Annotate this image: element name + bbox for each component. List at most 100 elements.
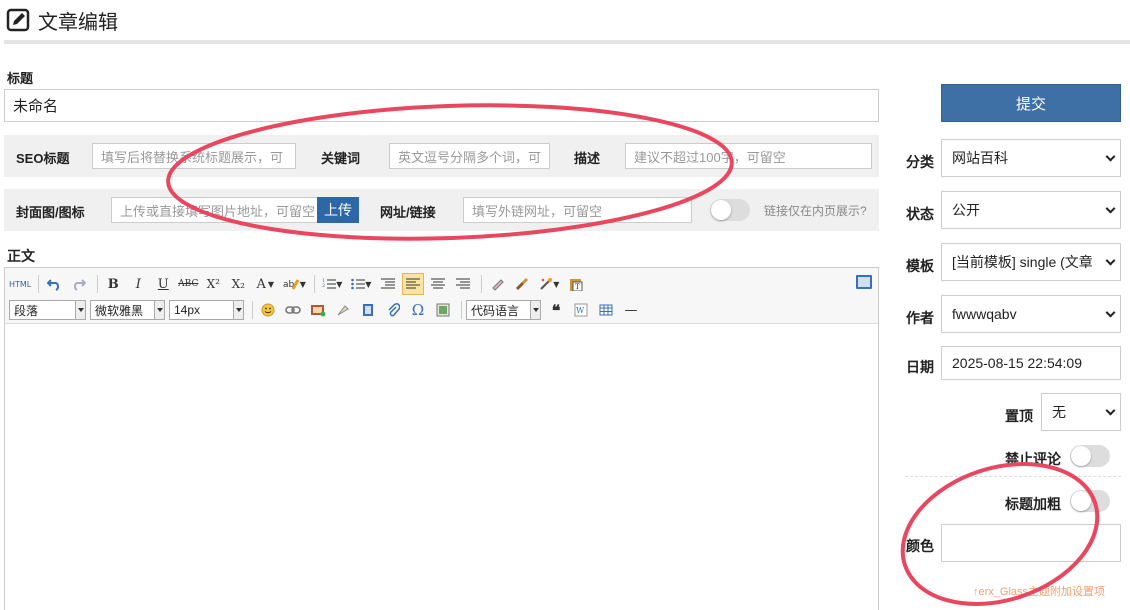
font-family-select-value: 微软雅黑 — [95, 303, 144, 318]
svg-text:T: T — [575, 283, 580, 291]
link-input[interactable]: 填写外链网址，可留空 — [463, 197, 692, 223]
editor-content-area[interactable] — [5, 324, 878, 610]
insert-frame-icon[interactable] — [432, 299, 454, 321]
undo-icon[interactable] — [43, 273, 65, 295]
link-inner-toggle[interactable] — [710, 199, 750, 221]
italic-button[interactable]: I — [127, 273, 149, 295]
paste-text-icon[interactable]: T — [565, 273, 587, 295]
subscript-button[interactable]: X₂ — [227, 273, 249, 295]
template-select[interactable]: [当前模板] single (文章 — [941, 243, 1121, 281]
divider — [905, 476, 1121, 477]
image-icon[interactable] — [307, 299, 329, 321]
ordered-list-icon[interactable]: 12 ▼ — [319, 273, 345, 295]
special-char-icon[interactable]: Ω — [407, 299, 429, 321]
font-size-select[interactable]: 14px — [169, 300, 244, 320]
link-toggle-text: 链接仅在内页展示? — [764, 204, 867, 218]
bold-title-toggle[interactable] — [1070, 490, 1110, 512]
html-source-button[interactable]: HTML — [9, 273, 31, 295]
disable-comment-toggle[interactable] — [1070, 445, 1110, 467]
superscript-button[interactable]: X² — [202, 273, 224, 295]
chevron-down-icon — [1105, 307, 1116, 318]
align-center-icon[interactable] — [427, 273, 449, 295]
align-right-icon[interactable] — [452, 273, 474, 295]
attachment-icon[interactable] — [382, 299, 404, 321]
date-label: 日期 — [906, 359, 934, 375]
line-height-icon[interactable] — [377, 273, 399, 295]
eraser-icon[interactable] — [486, 273, 508, 295]
toolbar-separator — [97, 275, 99, 293]
seo-title-input[interactable]: 填写后将替换系统标题展示，可 — [92, 143, 296, 169]
date-input[interactable]: 2025-08-15 22:54:09 — [941, 346, 1121, 380]
sticky-select[interactable]: 无 — [1041, 393, 1121, 431]
font-color-button[interactable]: A ▼ — [252, 273, 278, 295]
blockquote-icon[interactable]: ❝ — [545, 299, 567, 321]
code-language-select[interactable]: 代码语言 — [466, 300, 541, 320]
fullscreen-icon[interactable] — [856, 275, 872, 289]
toolbar-separator — [252, 301, 253, 319]
table-icon[interactable] — [595, 299, 617, 321]
toolbar-separator — [461, 301, 462, 319]
chevron-down-icon — [1105, 255, 1116, 266]
paragraph-select-value: 段落 — [14, 303, 39, 318]
upload-button[interactable]: 上传 — [317, 197, 359, 223]
unordered-list-icon[interactable]: ▼ — [348, 273, 374, 295]
strikethrough-button[interactable]: ABC — [177, 273, 199, 295]
category-select-value: 网站百科 — [952, 150, 1008, 166]
author-select[interactable]: fwwwqabv — [941, 295, 1121, 333]
bold-button[interactable]: B — [102, 273, 124, 295]
align-left-icon[interactable] — [402, 273, 425, 295]
format-painter-icon[interactable] — [511, 273, 533, 295]
scrawl-icon[interactable] — [332, 299, 354, 321]
bold-title-label: 标题加粗 — [1005, 496, 1061, 512]
title-input[interactable]: 未命名 — [4, 89, 879, 122]
emoji-icon[interactable] — [257, 299, 279, 321]
category-select[interactable]: 网站百科 — [941, 139, 1121, 177]
dropdown-arrow-icon: ▼ — [267, 279, 275, 289]
template-select-value: [当前模板] single (文章 — [952, 254, 1093, 270]
sticky-label: 置顶 — [1005, 408, 1033, 424]
page-title: 文章编辑 — [38, 11, 118, 34]
theme-note: ↑erx_Glass主题附加设置项 — [973, 586, 1106, 598]
submit-button[interactable]: 提交 — [941, 84, 1121, 122]
link-icon[interactable] — [282, 299, 304, 321]
keywords-input[interactable]: 英文逗号分隔多个词，可 — [389, 143, 550, 169]
description-input[interactable]: 建议不超过100字，可留空 — [625, 143, 872, 169]
seo-title-label: SEO标题 — [16, 151, 70, 166]
author-label: 作者 — [906, 310, 934, 326]
cover-input[interactable]: 上传或直接填写图片地址，可留空 — [111, 197, 321, 223]
author-select-value: fwwwqabv — [952, 306, 1017, 322]
font-size-select-value: 14px — [174, 303, 201, 317]
font-color-glyph: A — [256, 276, 266, 292]
video-icon[interactable] — [357, 299, 379, 321]
paragraph-select[interactable]: 段落 — [9, 300, 86, 320]
rich-text-editor: HTML B I U ABC X² X₂ A ▼ ab ▼ 12 ▼ ▼ ▼ T… — [4, 267, 879, 610]
svg-text:2: 2 — [322, 283, 325, 289]
horizontal-rule-icon[interactable]: — — [620, 299, 642, 321]
title-label: 标题 — [7, 71, 34, 86]
edit-icon — [6, 8, 30, 32]
chevron-down-icon — [1105, 151, 1116, 162]
toolbar-separator — [38, 275, 40, 293]
status-select-value: 公开 — [952, 202, 980, 218]
page-header: 文章编辑 — [4, 0, 1130, 44]
color-label: 颜色 — [906, 538, 934, 554]
template-label: 模板 — [906, 258, 934, 274]
status-label: 状态 — [906, 206, 934, 222]
font-family-select[interactable]: 微软雅黑 — [90, 300, 165, 320]
color-input[interactable] — [941, 524, 1121, 562]
code-language-select-value: 代码语言 — [471, 303, 520, 318]
sticky-select-value: 无 — [1052, 404, 1066, 420]
chevron-down-icon — [1105, 203, 1116, 214]
content-label: 正文 — [7, 248, 35, 264]
status-select[interactable]: 公开 — [941, 191, 1121, 229]
underline-button[interactable]: U — [152, 273, 174, 295]
category-label: 分类 — [906, 154, 934, 170]
description-label: 描述 — [574, 151, 601, 166]
toolbar-separator — [481, 275, 483, 293]
word-image-icon[interactable]: W — [570, 299, 592, 321]
magic-wand-icon[interactable]: ▼ — [536, 273, 562, 295]
highlight-icon[interactable]: ab ▼ — [281, 273, 307, 295]
redo-icon[interactable] — [68, 273, 90, 295]
disable-comment-label: 禁止评论 — [1005, 451, 1061, 467]
link-label: 网址/链接 — [380, 205, 436, 220]
